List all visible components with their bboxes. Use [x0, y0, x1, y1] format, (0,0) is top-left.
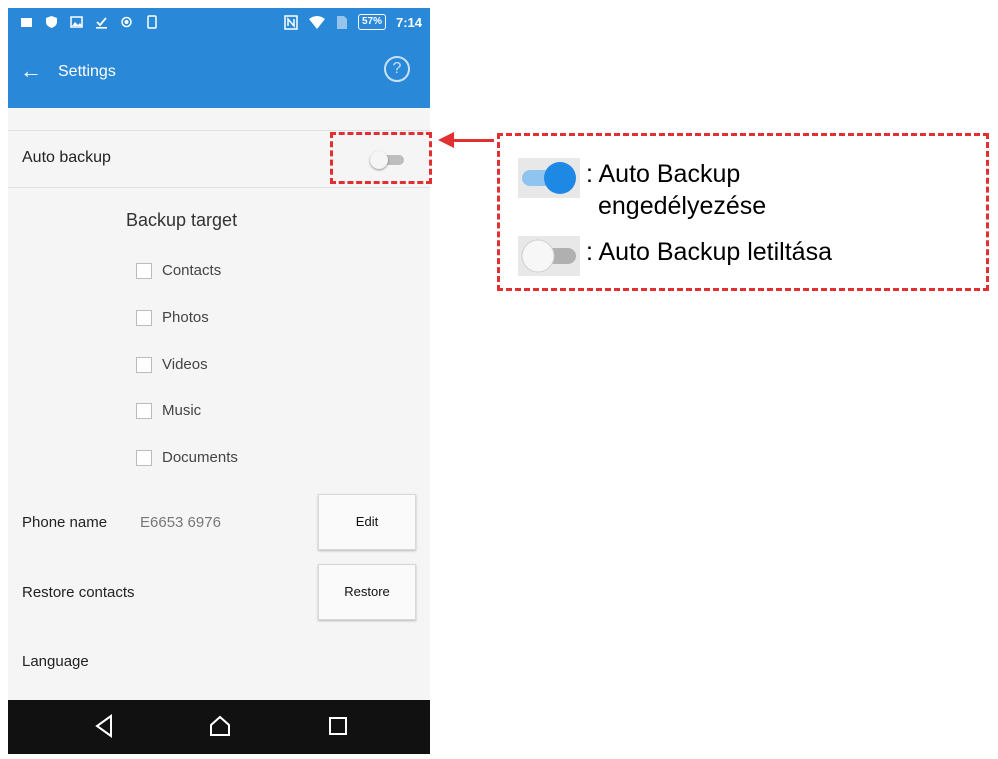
status-bar: 57% 7:14 [8, 8, 430, 38]
checkbox-documents[interactable]: Documents [136, 449, 238, 466]
toggle-highlight-box [330, 132, 432, 184]
download-done-icon [96, 17, 107, 29]
phone-name-label: Phone name [22, 514, 108, 531]
notification-icons [20, 15, 158, 29]
checkbox-label: Music [162, 402, 202, 419]
page-title: Settings [58, 63, 116, 80]
nav-back-icon[interactable] [94, 714, 114, 738]
checkbox-box[interactable] [136, 356, 152, 373]
checkbox-label: Photos [162, 309, 209, 326]
legend-enabled-line2: engedélyezése [598, 192, 767, 220]
checkbox-music[interactable]: Music [136, 402, 201, 419]
checkbox-box[interactable] [136, 449, 152, 466]
back-arrow-icon[interactable]: ← [20, 60, 42, 82]
backup-target-heading: Backup target [126, 210, 238, 230]
legend-item-enabled: : Auto Backup engedélyezése [518, 158, 766, 222]
restore-contacts-label: Restore contacts [22, 584, 135, 601]
phone-screen: 57% 7:14 ← Settings ? Auto backup Backup… [8, 8, 430, 754]
checkbox-videos[interactable]: Videos [136, 356, 208, 373]
system-icons: 57% 7:14 [284, 14, 422, 30]
checkbox-contacts[interactable]: Contacts [136, 262, 221, 279]
edit-button[interactable]: Edit [318, 494, 416, 550]
legend-item-disabled: : Auto Backup letiltása [518, 236, 832, 276]
phone-storage-icon [147, 15, 157, 29]
legend-enabled-line1: : Auto Backup [586, 160, 741, 188]
shield-icon [46, 16, 57, 28]
divider [8, 130, 430, 131]
app-bar: ← Settings ? [8, 38, 430, 108]
toggle-on-icon [518, 158, 580, 198]
nfc-icon [284, 14, 298, 30]
checkbox-box[interactable] [136, 262, 152, 279]
sim-icon [336, 15, 347, 29]
checkbox-label: Videos [162, 356, 208, 373]
legend-disabled-text: : Auto Backup letiltása [586, 238, 832, 266]
checkbox-label: Contacts [162, 262, 222, 279]
nav-recents-icon[interactable] [328, 716, 348, 736]
navigation-bar [8, 700, 430, 754]
toggle-off-icon [518, 236, 580, 276]
checkbox-photos[interactable]: Photos [136, 309, 209, 326]
message-icon [21, 18, 32, 27]
auto-backup-label: Auto backup [22, 149, 111, 166]
checkbox-box[interactable] [136, 402, 152, 419]
checkbox-box[interactable] [136, 309, 152, 326]
help-icon[interactable]: ? [384, 56, 410, 82]
checkbox-label: Documents [162, 449, 238, 466]
record-icon [121, 16, 132, 28]
language-label[interactable]: Language [22, 653, 89, 670]
callout-arrow-line [452, 139, 494, 142]
image-icon [70, 16, 83, 28]
restore-button[interactable]: Restore [318, 564, 416, 620]
wifi-icon [308, 15, 325, 29]
clock: 7:14 [395, 14, 422, 30]
callout-arrow-icon [438, 132, 454, 148]
legend-box: : Auto Backup engedélyezése : Auto Backu… [497, 133, 989, 291]
phone-name-value: E6653 6976 [140, 514, 221, 531]
divider [8, 187, 430, 188]
battery-indicator: 57% [357, 14, 386, 30]
nav-home-icon[interactable] [208, 714, 232, 738]
